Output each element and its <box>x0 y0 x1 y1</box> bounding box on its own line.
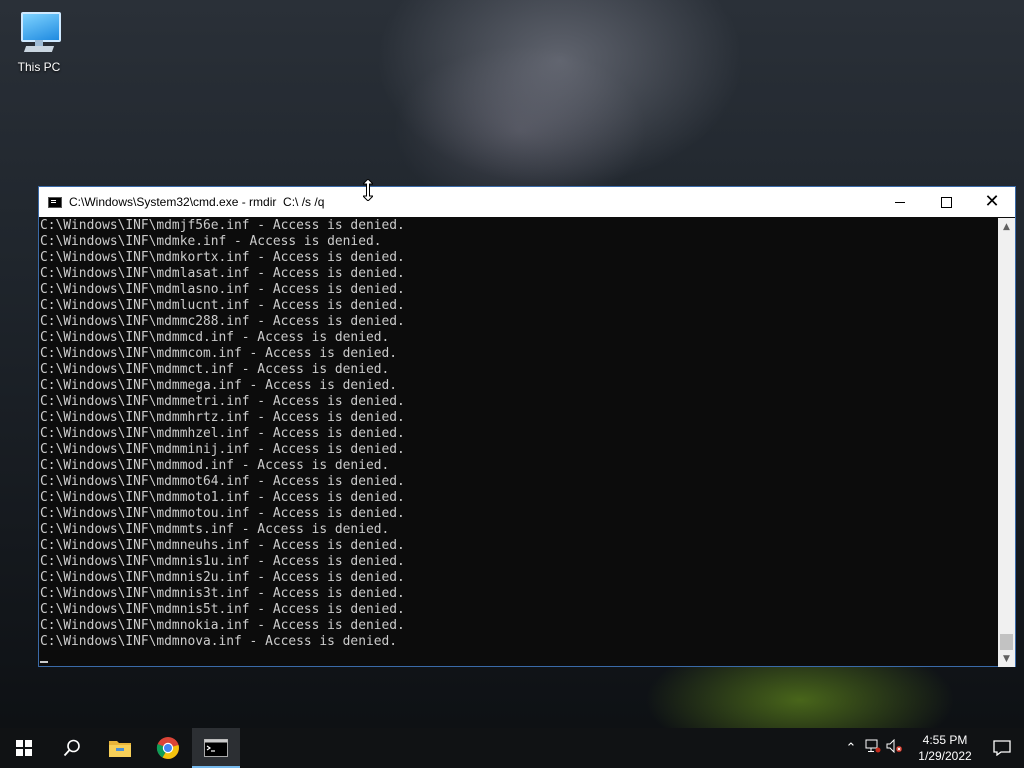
desktop-icon-this-pc[interactable]: This PC <box>10 8 68 74</box>
console-line: C:\Windows\INF\mdmmod.inf - Access is de… <box>40 458 390 473</box>
chevron-down-icon: ▼ <box>1003 653 1010 664</box>
console-line: C:\Windows\INF\mdmlasno.inf - Access is … <box>40 282 405 297</box>
chrome-icon <box>156 737 179 759</box>
maximize-button[interactable] <box>923 187 969 217</box>
resize-cursor-icon <box>363 179 373 201</box>
command-prompt-icon <box>48 196 62 208</box>
close-icon: ✕ <box>984 191 1000 212</box>
window-titlebar[interactable]: C:\Windows\System32\cmd.exe - rmdir C:\ … <box>39 187 1015 217</box>
console-line: C:\Windows\INF\mdmmotou.inf - Access is … <box>40 506 405 521</box>
console-line: C:\Windows\INF\mdmnis2u.inf - Access is … <box>40 570 405 585</box>
taskbar-command-prompt[interactable] <box>192 728 240 768</box>
console-line: C:\Windows\INF\mdmmc288.inf - Access is … <box>40 314 405 329</box>
console-line: C:\Windows\INF\mdmjf56e.inf - Access is … <box>40 218 405 233</box>
taskbar-file-explorer[interactable] <box>96 728 144 768</box>
console-line: C:\Windows\INF\mdmminij.inf - Access is … <box>40 442 405 457</box>
clock-time: 4:55 PM <box>922 733 968 747</box>
scroll-up-button[interactable]: ▲ <box>998 218 1015 235</box>
console-line: C:\Windows\INF\mdmnis3t.inf - Access is … <box>40 586 405 601</box>
minimize-button[interactable] <box>877 187 923 217</box>
action-center-button[interactable] <box>980 728 1024 768</box>
console-line: C:\Windows\INF\mdmnis1u.inf - Access is … <box>40 554 405 569</box>
console-line: C:\Windows\INF\mdmmhrtz.inf - Access is … <box>40 410 405 425</box>
console-line: C:\Windows\INF\mdmnis5t.inf - Access is … <box>40 602 405 617</box>
cmd-window[interactable]: C:\Windows\System32\cmd.exe - rmdir C:\ … <box>38 186 1016 667</box>
console-line: C:\Windows\INF\mdmnokia.inf - Access is … <box>40 618 405 633</box>
search-button[interactable] <box>48 728 96 768</box>
minimize-icon <box>895 201 905 203</box>
scroll-down-button[interactable]: ▼ <box>998 650 1015 667</box>
console-line: C:\Windows\INF\mdmneuhs.inf - Access is … <box>40 538 405 553</box>
folder-icon <box>109 741 131 757</box>
console-line: C:\Windows\INF\mdmmoto1.inf - Access is … <box>40 490 405 505</box>
text-cursor <box>40 661 48 663</box>
taskbar: ⌃ 4:55 PM 1/29/2022 <box>0 728 1024 768</box>
console-line: C:\Windows\INF\mdmmts.inf - Access is de… <box>40 522 390 537</box>
console-line: C:\Windows\INF\mdmmct.inf - Access is de… <box>40 362 390 377</box>
volume-muted-icon[interactable] <box>884 738 906 757</box>
chevron-up-icon[interactable]: ⌃ <box>840 741 862 756</box>
taskbar-chrome[interactable] <box>144 728 192 768</box>
desktop-icon-label: This PC <box>17 60 61 74</box>
console-line: C:\Windows\INF\mdmmega.inf - Access is d… <box>40 378 397 393</box>
console-line: C:\Windows\INF\mdmnova.inf - Access is d… <box>40 634 397 649</box>
start-button[interactable] <box>0 728 48 768</box>
scrollbar-thumb[interactable] <box>1000 634 1013 650</box>
maximize-icon <box>940 196 952 208</box>
window-title: C:\Windows\System32\cmd.exe - rmdir C:\ … <box>69 195 325 209</box>
console-line: C:\Windows\INF\mdmke.inf - Access is den… <box>40 234 382 249</box>
chevron-up-icon: ▲ <box>1003 221 1010 232</box>
command-prompt-icon <box>204 739 228 757</box>
taskbar-clock[interactable]: 4:55 PM 1/29/2022 <box>910 732 980 764</box>
console-line: C:\Windows\INF\mdmmcom.inf - Access is d… <box>40 346 397 361</box>
console-line: C:\Windows\INF\mdmmot64.inf - Access is … <box>40 474 405 489</box>
close-button[interactable]: ✕ <box>969 187 1015 217</box>
windows-logo-icon <box>16 740 32 756</box>
console-line: C:\Windows\INF\mdmlucnt.inf - Access is … <box>40 298 405 313</box>
network-icon[interactable] <box>862 739 884 757</box>
console-line: C:\Windows\INF\mdmkortx.inf - Access is … <box>40 250 405 265</box>
console-line: C:\Windows\INF\mdmmcd.inf - Access is de… <box>40 330 390 345</box>
vertical-scrollbar[interactable]: ▲ ▼ <box>998 218 1015 667</box>
system-tray: ⌃ 4:55 PM 1/29/2022 <box>840 728 1024 768</box>
search-icon <box>63 739 80 757</box>
console-line: C:\Windows\INF\mdmmetri.inf - Access is … <box>40 394 405 409</box>
clock-date: 1/29/2022 <box>918 749 972 763</box>
console-output[interactable]: C:\Windows\INF\mdmjf56e.inf - Access is … <box>39 218 999 667</box>
computer-icon <box>17 10 61 56</box>
console-line: C:\Windows\INF\mdmmhzel.inf - Access is … <box>40 426 405 441</box>
notification-icon <box>993 740 1011 756</box>
console-line: C:\Windows\INF\mdmlasat.inf - Access is … <box>40 266 405 281</box>
